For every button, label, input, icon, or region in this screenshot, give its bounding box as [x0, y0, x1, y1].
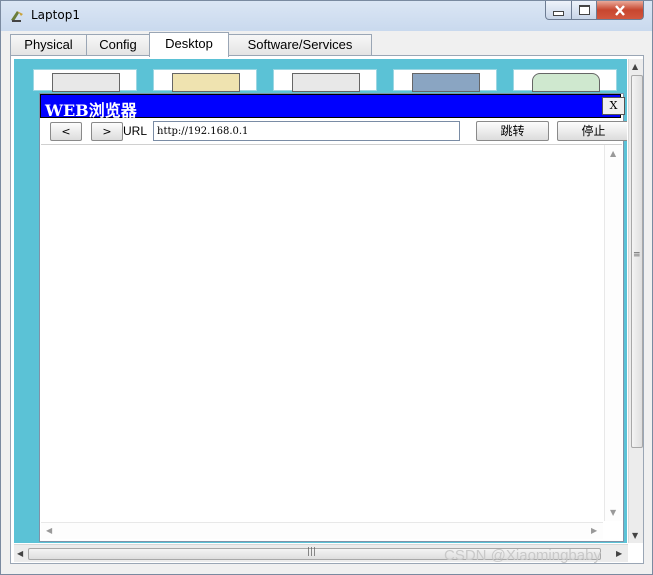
url-label: URL — [123, 124, 148, 138]
application-window: Laptop1 Physical Config Desktop Software… — [0, 0, 653, 575]
scrollbar-corner — [604, 522, 621, 538]
scroll-left-arrow-icon[interactable]: ◀ — [46, 526, 52, 535]
desktop-area: WEB浏览器 X < > URL 跳转 停止 ▲ ▼ ◀ ▶ — [14, 59, 627, 543]
maximize-icon — [578, 5, 590, 15]
browser-title: WEB浏览器 — [45, 101, 137, 120]
back-button[interactable]: < — [50, 122, 82, 141]
web-browser-window: WEB浏览器 X < > URL 跳转 停止 ▲ ▼ ◀ ▶ — [39, 93, 627, 542]
tab-desktop[interactable]: Desktop — [149, 32, 229, 57]
tab-software-services[interactable]: Software/Services — [228, 34, 372, 56]
desktop-scroll-down-icon[interactable]: ▼ — [632, 531, 638, 540]
scroll-right-arrow-icon[interactable]: ▶ — [591, 526, 597, 535]
maximize-button[interactable] — [571, 1, 597, 20]
scroll-down-arrow-icon[interactable]: ▼ — [610, 508, 616, 517]
scroll-up-arrow-icon[interactable]: ▲ — [610, 149, 616, 158]
browser-vertical-scrollbar[interactable]: ▲ ▼ — [604, 145, 622, 521]
tab-config[interactable]: Config — [86, 34, 150, 56]
browser-title-bar[interactable]: WEB浏览器 — [40, 94, 621, 120]
browser-content-viewport[interactable]: ▲ ▼ ◀ ▶ — [41, 144, 622, 540]
stop-button[interactable]: 停止 — [557, 121, 627, 141]
minimize-button[interactable] — [545, 1, 572, 20]
url-input[interactable] — [153, 121, 460, 141]
laptop-app-icon — [11, 11, 23, 22]
horizontal-grip-icon: ||| — [307, 547, 317, 557]
desktop-app-icon-5[interactable] — [513, 69, 617, 92]
desktop-scroll-up-icon[interactable]: ▲ — [632, 62, 638, 71]
title-bar[interactable]: Laptop1 — [1, 1, 652, 29]
desktop-app-icon-4[interactable] — [393, 69, 497, 92]
desktop-tab-panel: WEB浏览器 X < > URL 跳转 停止 ▲ ▼ ◀ ▶ — [10, 55, 644, 564]
watermark-text: CSDN @Xiaomingbaby — [444, 547, 601, 564]
desktop-vertical-scrollbar[interactable]: ▲ ≡ ▼ — [628, 59, 643, 543]
close-icon — [615, 4, 625, 16]
browser-close-button[interactable]: X — [602, 97, 625, 115]
desktop-app-icon-3[interactable] — [273, 69, 377, 92]
desktop-app-icon-2[interactable] — [153, 69, 257, 92]
desktop-scroll-left-icon[interactable]: ◀ — [17, 549, 23, 558]
window-title: Laptop1 — [31, 8, 80, 22]
go-button[interactable]: 跳转 — [476, 121, 549, 141]
desktop-vertical-scroll-thumb[interactable]: ≡ — [631, 75, 643, 448]
tab-physical[interactable]: Physical — [10, 34, 87, 56]
browser-horizontal-scrollbar[interactable]: ◀ ▶ — [41, 522, 603, 539]
vertical-grip-icon: ≡ — [633, 250, 641, 260]
desktop-app-icon-1[interactable] — [33, 69, 137, 92]
close-button[interactable] — [596, 1, 644, 20]
forward-button[interactable]: > — [91, 122, 123, 141]
desktop-scroll-right-icon[interactable]: ▶ — [616, 549, 622, 558]
minimize-icon — [553, 10, 564, 16]
